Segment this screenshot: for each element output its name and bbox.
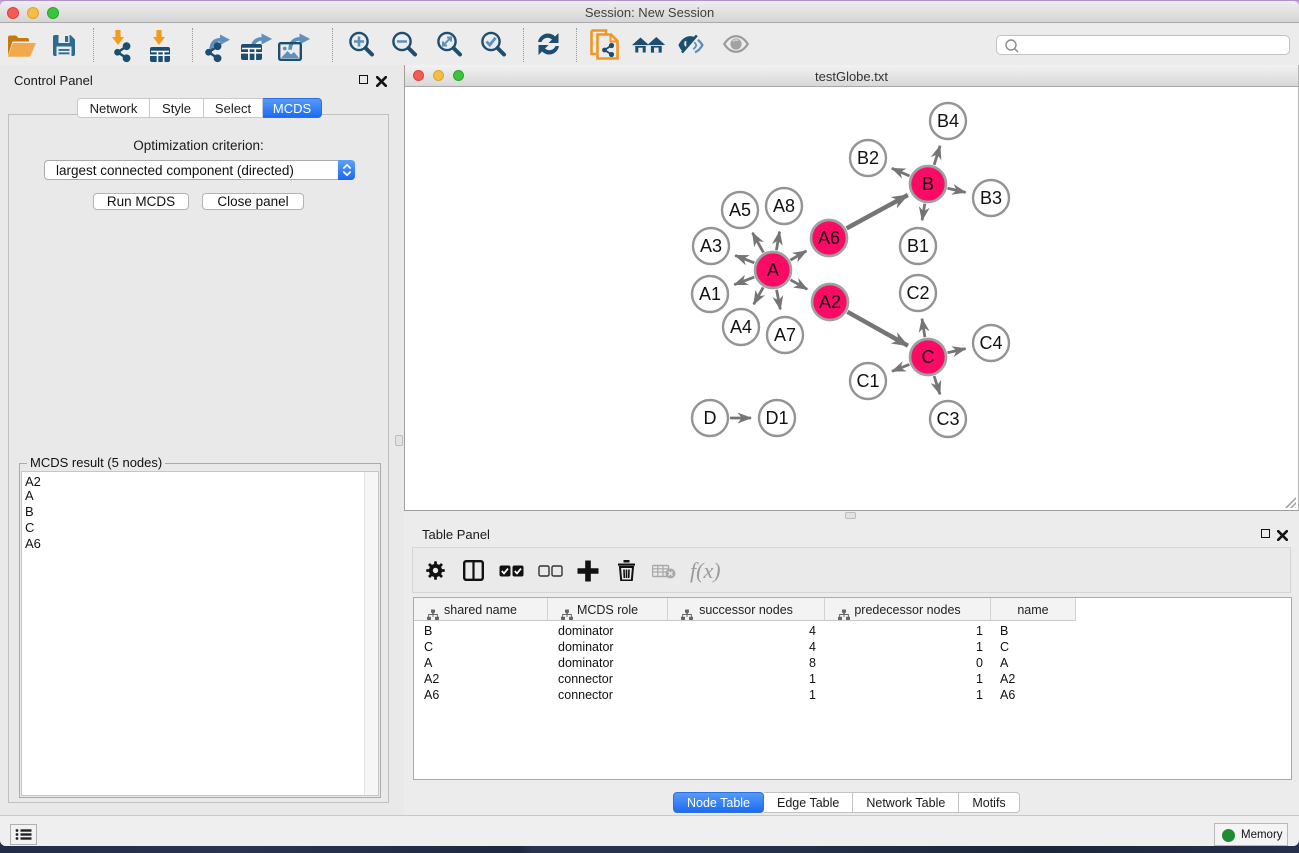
- svg-text:A4: A4: [730, 317, 752, 337]
- svg-text:B4: B4: [937, 111, 959, 131]
- svg-text:D: D: [704, 408, 717, 428]
- svg-text:C3: C3: [936, 409, 959, 429]
- svg-text:D1: D1: [765, 408, 788, 428]
- svg-text:C1: C1: [856, 371, 879, 391]
- svg-text:A8: A8: [773, 196, 795, 216]
- svg-text:B1: B1: [907, 236, 929, 256]
- svg-text:C2: C2: [906, 283, 929, 303]
- svg-text:A7: A7: [774, 325, 796, 345]
- svg-text:A3: A3: [700, 236, 722, 256]
- svg-text:B3: B3: [980, 188, 1002, 208]
- svg-text:C: C: [922, 347, 935, 367]
- svg-text:B2: B2: [857, 148, 879, 168]
- svg-text:C4: C4: [979, 333, 1002, 353]
- svg-text:A2: A2: [819, 292, 841, 312]
- svg-text:A1: A1: [699, 284, 721, 304]
- svg-text:A5: A5: [729, 200, 751, 220]
- svg-text:A6: A6: [818, 228, 840, 248]
- svg-text:A: A: [767, 260, 779, 280]
- svg-text:B: B: [922, 174, 934, 194]
